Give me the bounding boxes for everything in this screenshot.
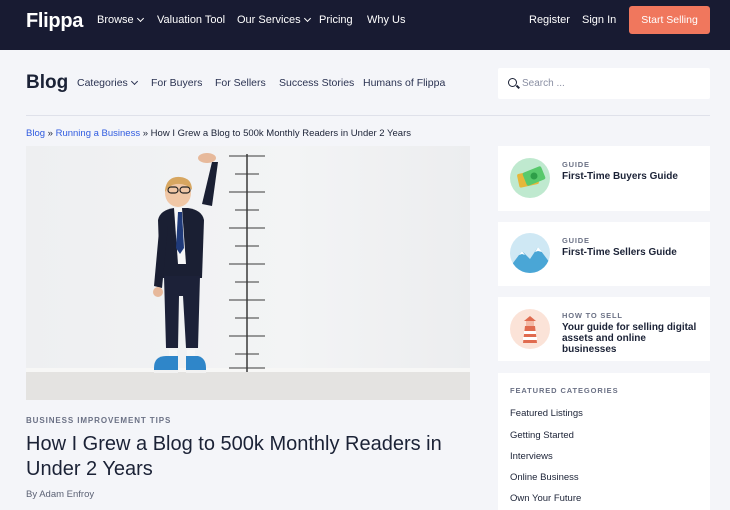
post-title: How I Grew a Blog to 500k Monthly Reader…	[26, 433, 442, 480]
guide-card-buyers[interactable]: GUIDE First-Time Buyers Guide	[498, 146, 710, 211]
blog-nav-categories-label: Categories	[77, 77, 128, 89]
blog-nav-for-sellers[interactable]: For Sellers	[215, 77, 266, 89]
search-icon[interactable]	[508, 78, 517, 87]
breadcrumb-separator: »	[47, 128, 53, 139]
sign-in-link[interactable]: Sign In	[582, 14, 616, 26]
header-divider	[26, 115, 710, 116]
featured-category-link[interactable]: Interviews	[510, 451, 553, 462]
start-selling-button[interactable]: Start Selling	[629, 6, 710, 34]
guide-card-sellers[interactable]: GUIDE First-Time Sellers Guide	[498, 222, 710, 286]
breadcrumb-blog[interactable]: Blog	[26, 128, 45, 139]
breadcrumb-running-a-business[interactable]: Running a Business	[56, 128, 141, 139]
nav-our-services[interactable]: Our Services	[237, 14, 311, 26]
register-link[interactable]: Register	[529, 14, 570, 26]
card-title: Your guide for selling digital assets an…	[562, 322, 697, 355]
guide-card-how-to-sell[interactable]: HOW TO SELL Your guide for selling digit…	[498, 297, 710, 361]
search-input[interactable]	[522, 75, 702, 92]
article-category[interactable]: BUSINESS IMPROVEMENT TIPS	[26, 416, 171, 425]
money-illustration	[517, 166, 546, 188]
flippa-logo[interactable]: Flippa	[26, 10, 83, 33]
blog-nav-for-buyers[interactable]: For Buyers	[151, 77, 202, 89]
card-title: First-Time Sellers Guide	[562, 247, 677, 258]
nav-our-services-label: Our Services	[237, 14, 301, 26]
card-title: First-Time Buyers Guide	[562, 171, 678, 182]
featured-category-link[interactable]: Featured Listings	[510, 408, 583, 419]
chevron-down-icon	[136, 14, 144, 23]
nav-valuation-tool[interactable]: Valuation Tool	[157, 14, 225, 26]
mountain-illustration	[510, 247, 550, 273]
search-box[interactable]	[498, 68, 710, 99]
lighthouse-icon	[510, 309, 550, 349]
card-kicker: HOW TO SELL	[562, 311, 623, 320]
nav-pricing[interactable]: Pricing	[319, 14, 353, 26]
chevron-down-icon	[303, 14, 311, 23]
top-navbar: Flippa Browse Valuation Tool Our Service…	[0, 0, 730, 50]
height-chart-illustration	[153, 153, 265, 373]
post-byline: By Adam Enfroy	[26, 489, 95, 500]
hero-image[interactable]	[26, 146, 470, 400]
nav-browse[interactable]: Browse	[97, 14, 144, 26]
breadcrumb: Blog » Running a Business » How I Grew a…	[26, 128, 411, 139]
featured-category-link[interactable]: Own Your Future	[510, 493, 581, 504]
lighthouse-illustration	[523, 316, 537, 343]
nav-browse-label: Browse	[97, 14, 134, 26]
boy-figure	[153, 153, 218, 373]
featured-category-link[interactable]: Getting Started	[510, 430, 574, 441]
blog-nav-humans-of-flippa[interactable]: Humans of Flippa	[363, 77, 445, 89]
featured-categories-heading: FEATURED CATEGORIES	[510, 386, 619, 395]
blog-nav-categories[interactable]: Categories	[77, 77, 138, 89]
featured-category-link[interactable]: Online Business	[510, 472, 579, 483]
blog-title[interactable]: Blog	[26, 72, 68, 94]
mountain-icon	[510, 233, 550, 273]
chevron-down-icon	[130, 77, 138, 86]
card-kicker: GUIDE	[562, 236, 590, 245]
nav-why-us[interactable]: Why Us	[367, 14, 406, 26]
breadcrumb-separator: »	[142, 128, 149, 139]
blog-nav-success-stories[interactable]: Success Stories	[279, 77, 354, 89]
breadcrumb-current: How I Grew a Blog to 500k Monthly Reader…	[150, 128, 412, 139]
money-icon	[510, 158, 550, 198]
card-kicker: GUIDE	[562, 160, 590, 169]
